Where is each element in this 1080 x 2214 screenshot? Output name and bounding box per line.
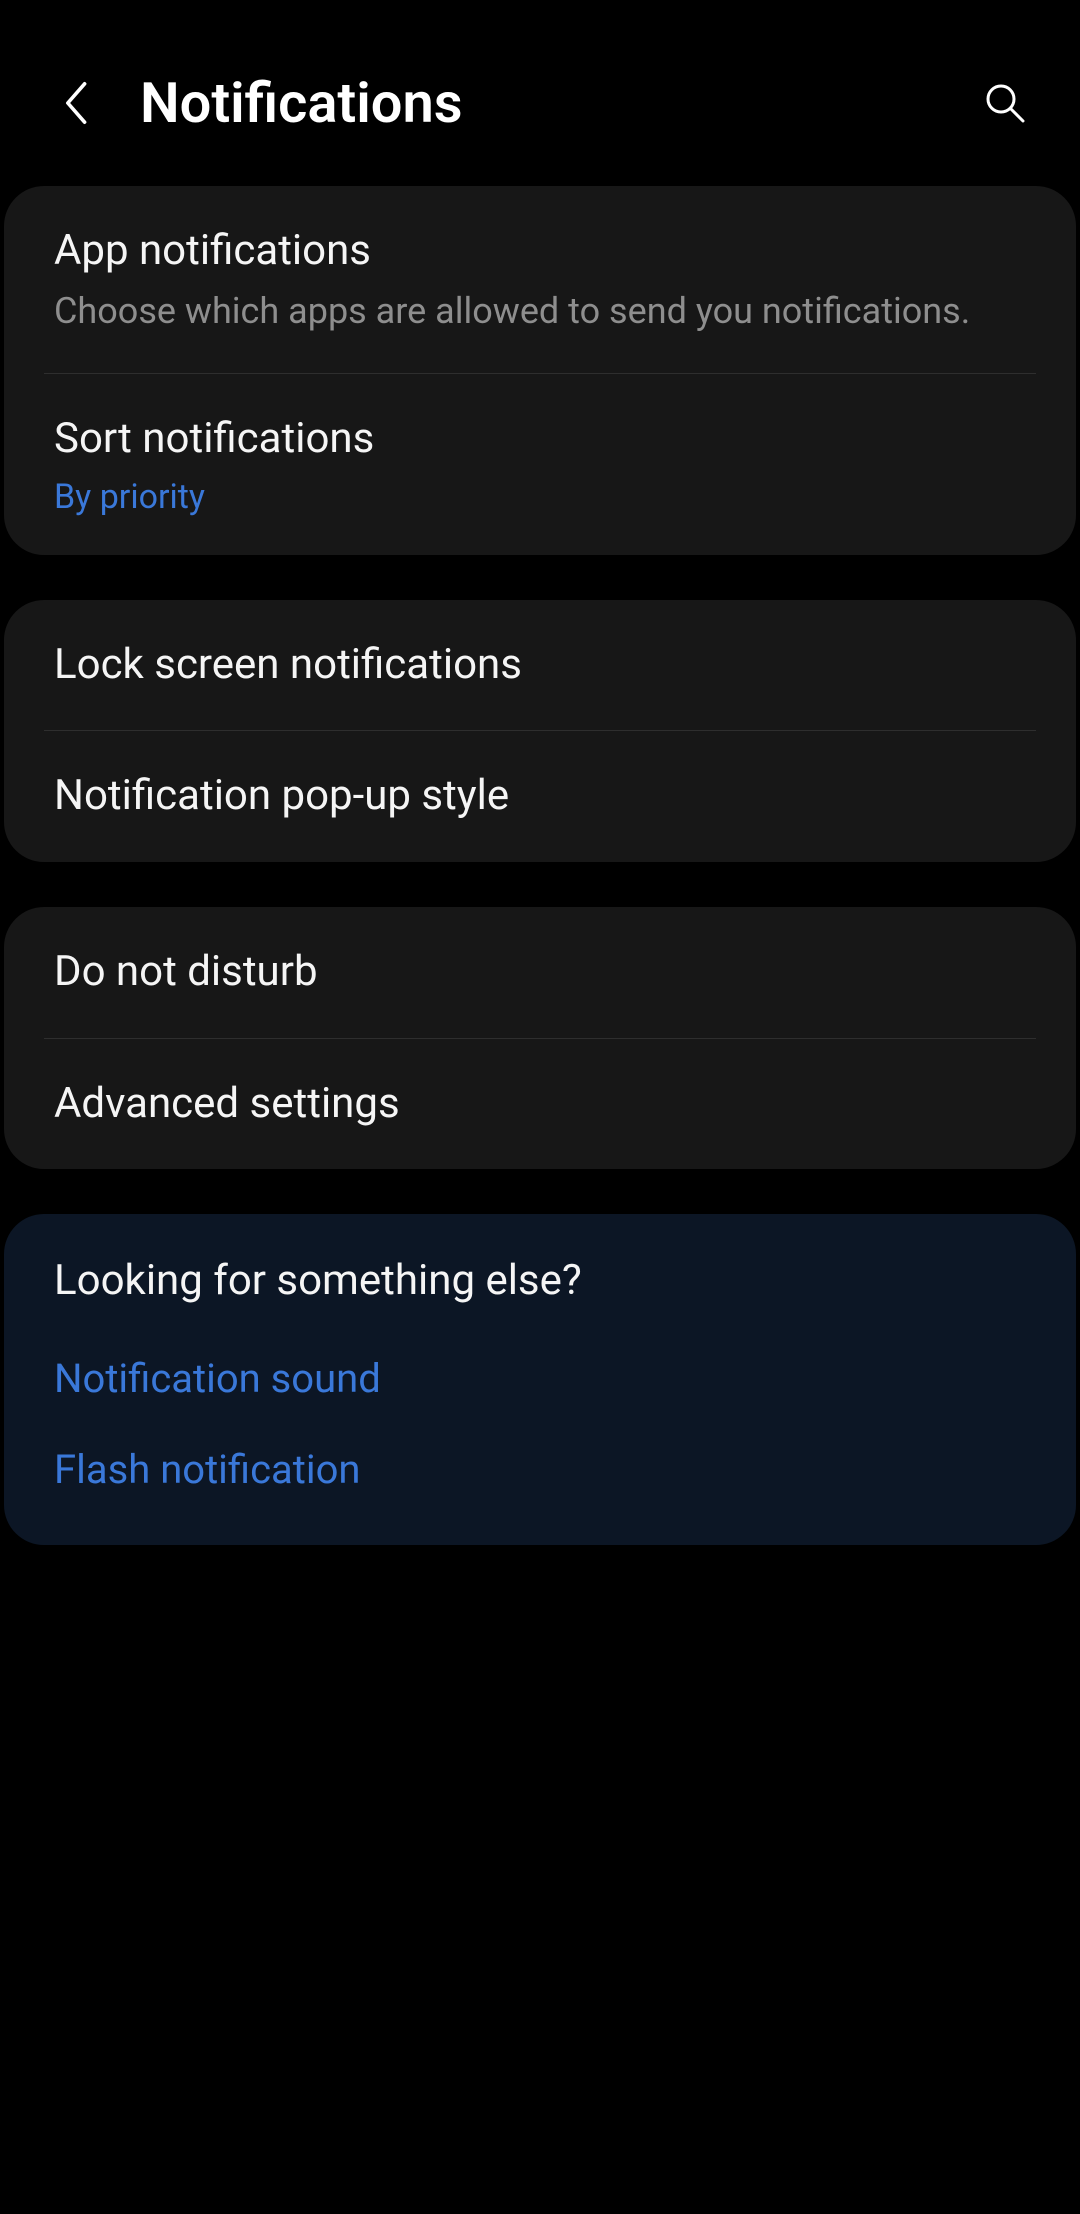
back-button[interactable] bbox=[50, 78, 100, 128]
link-text: Notification sound bbox=[54, 1355, 381, 1402]
suggestions-heading: Looking for something else? bbox=[4, 1214, 1076, 1333]
do-not-disturb-item[interactable]: Do not disturb bbox=[4, 907, 1076, 1038]
chevron-left-icon bbox=[60, 79, 90, 127]
item-title: Lock screen notifications bbox=[54, 638, 1026, 693]
link-text: Flash notification bbox=[54, 1446, 360, 1493]
settings-group: Lock screen notifications Notification p… bbox=[4, 600, 1076, 862]
item-title: App notifications bbox=[54, 224, 1026, 279]
search-button[interactable] bbox=[980, 78, 1030, 128]
settings-group: Do not disturb Advanced settings bbox=[4, 907, 1076, 1169]
notification-popup-style-item[interactable]: Notification pop-up style bbox=[4, 731, 1076, 862]
header: Notifications bbox=[0, 0, 1080, 186]
app-notifications-item[interactable]: App notifications Choose which apps are … bbox=[4, 186, 1076, 373]
item-title: Advanced settings bbox=[54, 1077, 1026, 1132]
item-subtitle: Choose which apps are allowed to send yo… bbox=[54, 287, 1026, 336]
content: App notifications Choose which apps are … bbox=[0, 186, 1080, 1545]
item-title: Notification pop-up style bbox=[54, 769, 1026, 824]
settings-group: App notifications Choose which apps are … bbox=[4, 186, 1076, 555]
item-title: Do not disturb bbox=[54, 945, 1026, 1000]
search-icon bbox=[983, 81, 1027, 125]
notification-sound-link[interactable]: Notification sound bbox=[4, 1333, 1076, 1424]
item-title: Sort notifications bbox=[54, 412, 1026, 467]
sort-notifications-item[interactable]: Sort notifications By priority bbox=[4, 374, 1076, 555]
item-value: By priority bbox=[54, 477, 1026, 517]
flash-notification-link[interactable]: Flash notification bbox=[4, 1424, 1076, 1545]
advanced-settings-item[interactable]: Advanced settings bbox=[4, 1039, 1076, 1170]
lock-screen-notifications-item[interactable]: Lock screen notifications bbox=[4, 600, 1076, 731]
suggestions-group: Looking for something else? Notification… bbox=[4, 1214, 1076, 1545]
page-title: Notifications bbox=[140, 70, 940, 136]
